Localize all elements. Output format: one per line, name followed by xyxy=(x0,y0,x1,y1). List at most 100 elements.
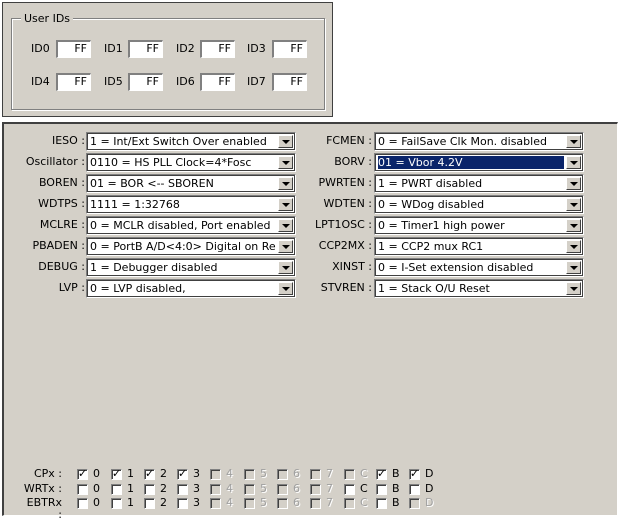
checkbox-label-1-10: D xyxy=(425,482,434,495)
config-select-left-7[interactable]: 0 = LVP disabled, xyxy=(86,279,296,298)
checkbox-2-2[interactable] xyxy=(144,498,155,509)
config-select-left-2[interactable]: 01 = BOR <-- SBOREN xyxy=(86,174,296,193)
checkbox-1-3[interactable] xyxy=(177,484,188,495)
checkbox-2-0[interactable] xyxy=(77,498,88,509)
checkbox-2-1[interactable] xyxy=(111,498,122,509)
chevron-down-icon[interactable] xyxy=(566,219,581,232)
user-id-label-6: ID6 xyxy=(176,75,195,88)
checkbox-1-2[interactable] xyxy=(144,484,155,495)
config-select-left-1[interactable]: 0110 = HS PLL Clock=4*Fosc xyxy=(86,153,296,172)
config-select-right-7[interactable]: 1 = Stack O/U Reset xyxy=(374,279,584,298)
checkbox-1-7 xyxy=(310,484,321,495)
checkbox-0-9[interactable] xyxy=(376,467,387,480)
config-select-value: 1111 = 1:32768 xyxy=(90,198,180,211)
checkbox-0-8 xyxy=(344,469,355,480)
checkbox-1-1[interactable] xyxy=(111,484,122,495)
chevron-down-icon[interactable] xyxy=(566,240,581,253)
chevron-down-icon[interactable] xyxy=(278,261,293,274)
checkbox-1-0[interactable] xyxy=(77,484,88,495)
user-id-field-0[interactable]: FF xyxy=(56,40,91,58)
checkbox-0-3[interactable] xyxy=(177,467,188,480)
config-select-value: 0 = FailSave Clk Mon. disabled xyxy=(378,135,547,148)
config-label-left-7: LVP : xyxy=(58,281,85,294)
checkbox-0-4 xyxy=(210,469,221,480)
config-label-right-4: LPT1OSC : xyxy=(314,218,372,231)
chevron-down-icon[interactable] xyxy=(278,219,293,232)
checkbox-label-2-5: 5 xyxy=(260,496,267,509)
user-id-field-4[interactable]: FF xyxy=(56,73,91,91)
user-id-field-2[interactable]: FF xyxy=(200,40,235,58)
config-label-left-3: WDTPS : xyxy=(38,197,85,210)
checkbox-0-10[interactable] xyxy=(409,467,420,480)
user-id-label-7: ID7 xyxy=(247,75,266,88)
checkbox-2-9[interactable] xyxy=(376,498,387,509)
checkbox-label-1-8: C xyxy=(360,482,368,495)
config-select-left-6[interactable]: 1 = Debugger disabled xyxy=(86,258,296,277)
checkbox-label-1-5: 5 xyxy=(260,482,267,495)
checkbox-label-1-6: 6 xyxy=(293,482,300,495)
checkbox-2-7 xyxy=(310,498,321,509)
config-select-value: 0 = Timer1 high power xyxy=(378,219,505,232)
checkbox-0-2[interactable] xyxy=(144,467,155,480)
config-select-value: 01 = Vbor 4.2V xyxy=(377,155,565,170)
config-select-value: 0 = MCLR disabled, Port enabled xyxy=(90,219,271,232)
config-select-left-4[interactable]: 0 = MCLR disabled, Port enabled xyxy=(86,216,296,235)
config-select-left-3[interactable]: 1111 = 1:32768 xyxy=(86,195,296,214)
checkbox-label-2-1: 1 xyxy=(127,496,134,509)
config-select-left-0[interactable]: 1 = Int/Ext Switch Over enabled xyxy=(86,132,296,151)
config-select-right-4[interactable]: 0 = Timer1 high power xyxy=(374,216,584,235)
config-select-right-0[interactable]: 0 = FailSave Clk Mon. disabled xyxy=(374,132,584,151)
user-id-field-7[interactable]: FF xyxy=(272,73,307,91)
config-label-right-5: CCP2MX : xyxy=(318,239,372,252)
checkbox-label-2-9: B xyxy=(392,496,400,509)
config-select-right-3[interactable]: 0 = WDog disabled xyxy=(374,195,584,214)
chevron-down-icon[interactable] xyxy=(278,156,293,169)
chevron-down-icon[interactable] xyxy=(278,135,293,148)
checkbox-label-1-4: 4 xyxy=(226,482,233,495)
chevron-down-icon[interactable] xyxy=(566,135,581,148)
chevron-down-icon[interactable] xyxy=(278,198,293,211)
config-select-right-6[interactable]: 0 = I-Set extension disabled xyxy=(374,258,584,277)
user-id-field-1[interactable]: FF xyxy=(128,40,163,58)
checkbox-label-2-0: 0 xyxy=(93,496,100,509)
chevron-down-icon[interactable] xyxy=(566,156,581,169)
chevron-down-icon[interactable] xyxy=(566,177,581,190)
checkbox-label-2-8: C xyxy=(360,496,368,509)
bits-row-label-1: WRTx : xyxy=(23,482,62,495)
checkbox-label-2-4: 4 xyxy=(226,496,233,509)
chevron-down-icon[interactable] xyxy=(278,240,293,253)
chevron-down-icon[interactable] xyxy=(278,282,293,295)
config-label-left-0: IESO : xyxy=(51,134,85,147)
chevron-down-icon[interactable] xyxy=(566,198,581,211)
user-id-field-6[interactable]: FF xyxy=(200,73,235,91)
config-select-right-1[interactable]: 01 = Vbor 4.2V xyxy=(374,153,584,172)
bits-row-label-0: CPx : xyxy=(33,467,62,480)
checkbox-1-8[interactable] xyxy=(344,484,355,495)
chevron-down-icon[interactable] xyxy=(278,177,293,190)
checkbox-label-1-1: 1 xyxy=(127,482,134,495)
config-label-left-4: MCLRE : xyxy=(39,218,85,231)
config-select-value: 0 = I-Set extension disabled xyxy=(378,261,534,274)
chevron-down-icon[interactable] xyxy=(566,261,581,274)
checkbox-0-6 xyxy=(277,469,288,480)
config-select-left-5[interactable]: 0 = PortB A/D<4:0> Digital on Reset xyxy=(86,237,296,256)
config-select-value: 0 = WDog disabled xyxy=(378,198,485,211)
chevron-down-icon[interactable] xyxy=(566,282,581,295)
checkbox-2-3[interactable] xyxy=(177,498,188,509)
checkbox-0-1[interactable] xyxy=(111,467,122,480)
checkbox-1-5 xyxy=(244,484,255,495)
user-id-field-5[interactable]: FF xyxy=(128,73,163,91)
user-id-label-2: ID2 xyxy=(176,42,195,55)
checkbox-1-10[interactable] xyxy=(409,484,420,495)
checkbox-1-9[interactable] xyxy=(376,484,387,495)
checkbox-label-0-6: 6 xyxy=(293,467,300,480)
config-select-right-5[interactable]: 1 = CCP2 mux RC1 xyxy=(374,237,584,256)
config-select-right-2[interactable]: 1 = PWRT disabled xyxy=(374,174,584,193)
user-ids-title: User IDs xyxy=(21,13,74,25)
checkbox-0-0[interactable] xyxy=(77,467,88,480)
config-label-right-2: PWRTEN : xyxy=(318,176,372,189)
checkbox-0-7 xyxy=(310,469,321,480)
user-id-field-3[interactable]: FF xyxy=(272,40,307,58)
config-label-right-1: BORV : xyxy=(334,155,372,168)
config-select-value: 1 = Int/Ext Switch Over enabled xyxy=(90,135,267,148)
